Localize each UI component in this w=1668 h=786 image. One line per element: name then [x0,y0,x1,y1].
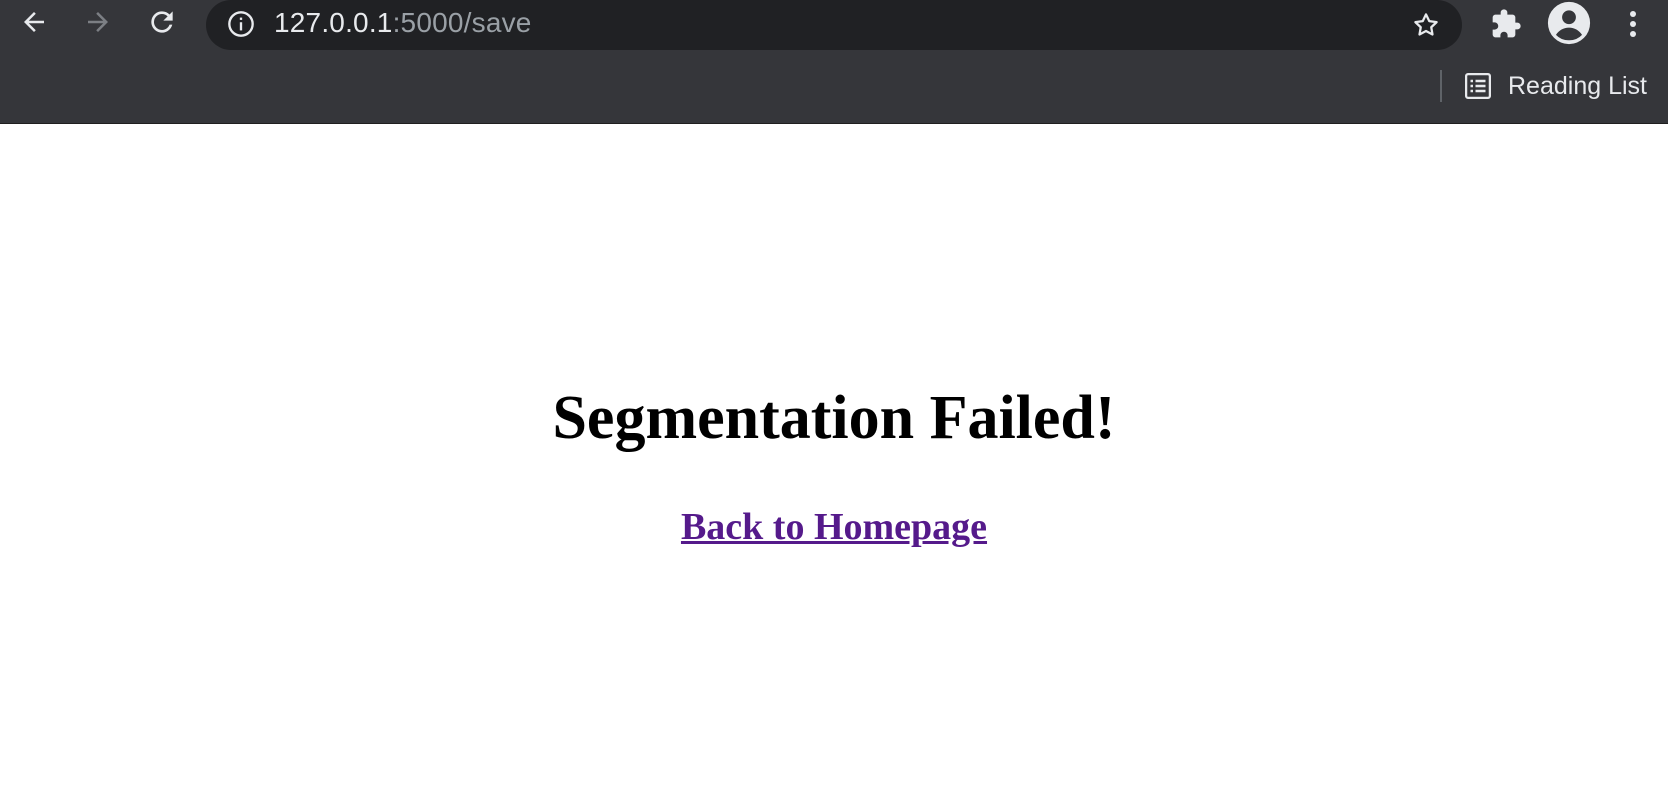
browser-menu-button[interactable] [1618,2,1648,46]
back-arrow-icon [24,12,44,32]
kebab-menu-icon [1630,11,1636,37]
extensions-button[interactable] [1484,2,1528,46]
url-text[interactable]: 127.0.0.1:5000/save [274,6,532,40]
reading-list-icon [1462,70,1494,102]
puzzle-icon [1492,9,1521,38]
page-content: Segmentation Failed! Back to Homepage [0,124,1668,786]
back-to-homepage-link[interactable]: Back to Homepage [681,506,987,548]
star-icon[interactable] [1408,7,1444,43]
reload-icon [151,11,173,33]
forward-button[interactable] [78,4,118,40]
back-button[interactable] [14,4,54,40]
reading-list-label: Reading List [1508,71,1647,100]
reload-button[interactable] [142,4,182,40]
address-bar[interactable]: 127.0.0.1:5000/save [206,0,1462,50]
info-icon[interactable] [226,9,256,39]
page-title: Segmentation Failed! [552,384,1116,452]
bookmarks-bar: Reading List [0,56,1668,116]
url-host: 127.0.0.1 [274,7,393,38]
reading-list-button[interactable]: Reading List [1462,66,1647,106]
browser-chrome: 127.0.0.1:5000/save Reading List [0,0,1668,124]
browser-toolbar: 127.0.0.1:5000/save [0,0,1668,50]
forward-arrow-icon [88,12,108,32]
account-icon [1547,1,1591,45]
home-link-container: Back to Homepage [0,504,1668,550]
profile-button[interactable] [1544,0,1594,46]
bookmarks-divider [1440,70,1442,102]
url-path: :5000/save [392,7,532,38]
